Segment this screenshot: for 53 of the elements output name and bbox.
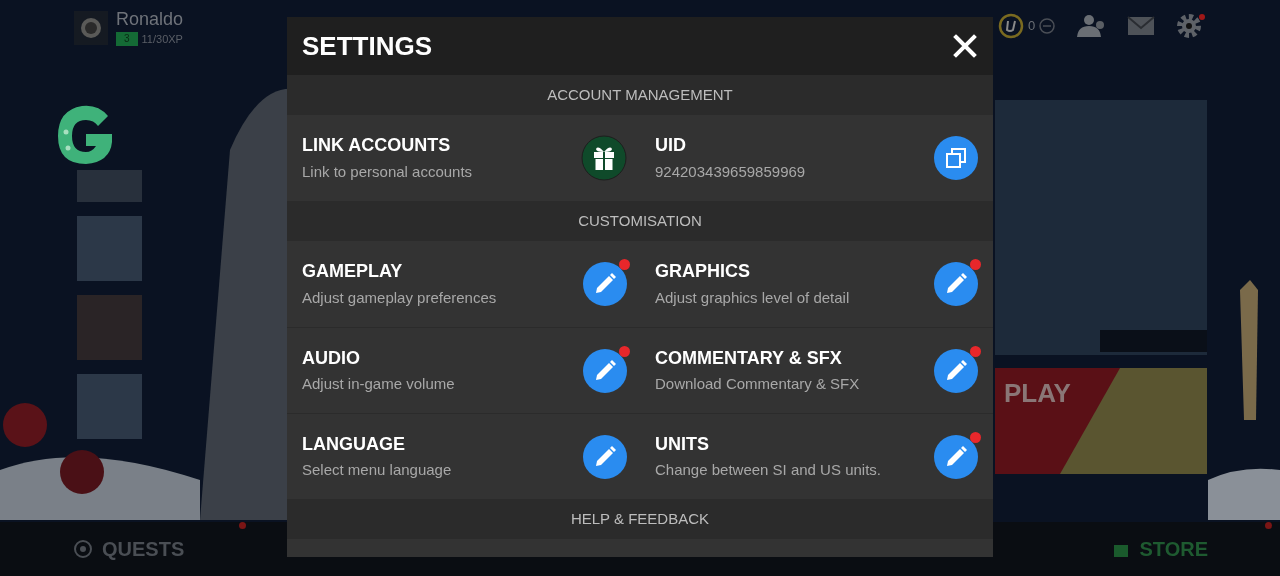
coin-count: 0 xyxy=(1028,17,1036,36)
level-badge: 3 xyxy=(116,31,138,46)
gift-icon[interactable] xyxy=(581,135,627,181)
edit-icon[interactable] xyxy=(934,434,978,479)
edit-icon[interactable] xyxy=(934,348,978,393)
setting-title: UID xyxy=(655,134,687,157)
section-heading: HELP & FEEDBACK xyxy=(570,508,710,529)
menu-tile[interactable] xyxy=(77,295,142,360)
settings-row[interactable]: UNITS Change between SI and US units. xyxy=(640,413,993,499)
setting-description: Change between SI and US units. xyxy=(655,461,881,481)
target-icon xyxy=(72,538,94,560)
settings-row[interactable]: LINK ACCOUNTS Link to personal accounts xyxy=(287,115,640,201)
edit-icon[interactable] xyxy=(583,262,627,306)
xp-text: 11/30XP xyxy=(141,31,183,47)
edit-icon[interactable] xyxy=(583,434,627,479)
section-heading: CUSTOMISATION xyxy=(578,210,702,231)
menu-tile[interactable] xyxy=(77,374,142,439)
setting-description: Download Commentary & SFX xyxy=(655,375,860,395)
setting-description: Adjust gameplay preferences xyxy=(302,288,497,308)
menu-tile[interactable] xyxy=(77,170,142,202)
coin-icon xyxy=(998,13,1024,39)
setting-title: AUDIO xyxy=(302,346,361,370)
settings-row[interactable]: UID 924203439659859969 xyxy=(640,115,993,201)
setting-title: GRAPHICS xyxy=(655,260,751,283)
edit-icon[interactable] xyxy=(583,348,627,393)
dialog-title: SETTINGS xyxy=(302,29,432,63)
settings-row[interactable]: GRAPHICS Adjust graphics level of detail xyxy=(640,241,993,327)
setting-title: COMMENTARY & SFX xyxy=(655,346,843,370)
settings-row[interactable]: AUDIO Adjust in-game volume xyxy=(287,327,640,413)
menu-tile[interactable] xyxy=(77,216,142,281)
setting-title: GAMEPLAY xyxy=(302,260,404,283)
close-icon[interactable] xyxy=(953,34,977,58)
setting-description: Adjust graphics level of detail xyxy=(655,288,850,308)
section-heading: ACCOUNT MANAGEMENT xyxy=(547,84,733,105)
setting-description: Select menu language xyxy=(302,461,452,481)
setting-description: Link to personal accounts xyxy=(302,162,473,182)
play-label: PLAY xyxy=(1004,377,1071,410)
settings-row[interactable]: COMMENTARY & SFX Download Commentary & SFX xyxy=(640,327,993,413)
setting-description: Adjust in-game volume xyxy=(302,375,455,395)
edit-icon[interactable] xyxy=(934,262,978,306)
setting-title: LINK ACCOUNTS xyxy=(302,134,452,157)
christmas-ornament xyxy=(3,403,47,447)
settings-row[interactable]: LANGUAGE Select menu language xyxy=(287,413,640,499)
settings-icon[interactable] xyxy=(1175,12,1204,40)
settings-row[interactable]: GAMEPLAY Adjust gameplay preferences xyxy=(287,241,640,327)
setting-title: LANGUAGE xyxy=(302,432,406,456)
player-name: Ronaldo xyxy=(116,8,184,31)
snow-mound xyxy=(1208,468,1280,520)
setting-title: UNITS xyxy=(655,432,710,456)
setting-description: 924203439659859969 xyxy=(655,162,806,182)
christmas-ornament xyxy=(60,450,104,494)
copy-icon[interactable] xyxy=(934,136,978,180)
club-crest-icon xyxy=(74,10,108,45)
